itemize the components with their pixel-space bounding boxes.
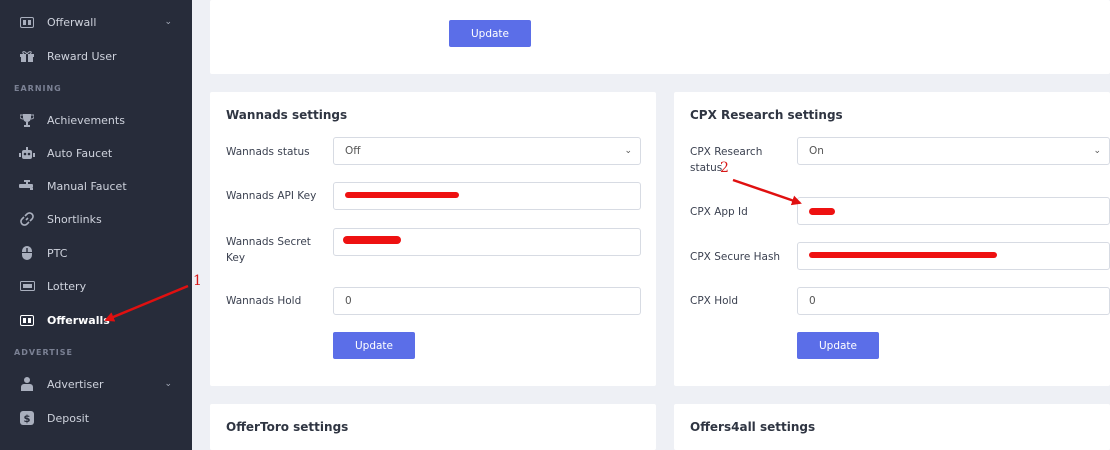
annotation-number-1: 1 <box>193 273 202 289</box>
annotation-arrow-2 <box>732 178 802 206</box>
annotation-arrow-1 <box>104 284 189 322</box>
annotation-overlay <box>104 178 802 322</box>
annotation-number-2: 2 <box>720 160 729 176</box>
